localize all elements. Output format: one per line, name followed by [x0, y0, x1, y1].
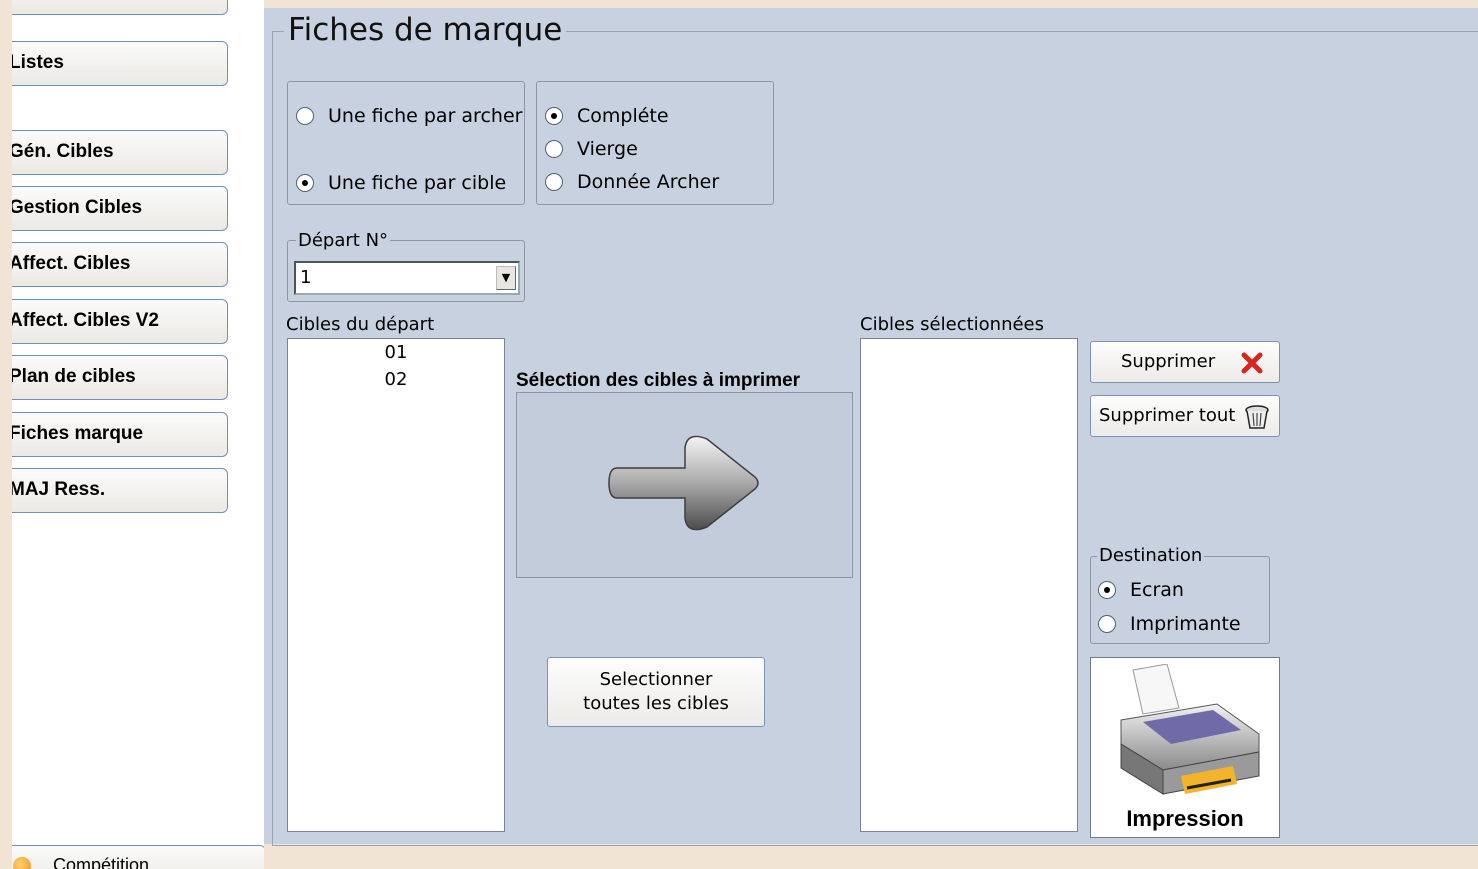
- radio-label: Donnée Archer: [577, 171, 720, 193]
- competition-icon: [13, 857, 31, 869]
- list-item[interactable]: 01: [288, 339, 504, 366]
- radio-label: Une fiche par archer: [328, 105, 523, 127]
- sidebar: Listes Gén. Cibles Gestion Cibles Affect…: [12, 0, 264, 869]
- target-list-label: Cibles sélectionnées: [860, 314, 1045, 335]
- radio-label: Vierge: [577, 138, 638, 160]
- source-list[interactable]: 01 02: [287, 338, 505, 832]
- radio-button[interactable]: [545, 140, 563, 158]
- mode-group: Une fiche par archer Une fiche par cible: [287, 81, 525, 205]
- radio-ecran[interactable]: Ecran: [1098, 579, 1184, 601]
- depart-select[interactable]: 1 ▼: [294, 261, 520, 295]
- competition-label: Compétition: [53, 855, 150, 869]
- sidebar-item-listes[interactable]: Listes: [12, 41, 228, 86]
- main-panel: Fiches de marque Une fiche par archer Un…: [264, 8, 1478, 846]
- radio-imprimante[interactable]: Imprimante: [1098, 613, 1241, 635]
- sidebar-item-gen-cibles[interactable]: Gén. Cibles: [12, 130, 228, 175]
- content-group: Compléte Vierge Donnée Archer: [536, 81, 774, 205]
- remove-all-button[interactable]: Supprimer tout: [1090, 395, 1280, 437]
- radio-per-target[interactable]: Une fiche par cible: [296, 172, 506, 194]
- source-list-label: Cibles du départ: [286, 314, 435, 335]
- radio-button[interactable]: [545, 173, 563, 191]
- print-label: Impression: [1126, 806, 1244, 831]
- sidebar-item-plan-de-cibles[interactable]: Plan de cibles: [12, 355, 228, 400]
- radio-button[interactable]: [1098, 581, 1116, 599]
- sidebar-item-label: Fiches marque: [12, 423, 144, 444]
- sidebar-item-label: Plan de cibles: [12, 366, 136, 387]
- radio-complete[interactable]: Compléte: [545, 105, 669, 127]
- radio-vierge[interactable]: Vierge: [545, 138, 638, 160]
- list-item[interactable]: 02: [288, 366, 504, 393]
- sidebar-item-label: MAJ Ress.: [12, 479, 106, 500]
- competition-tab[interactable]: Compétition: [12, 845, 264, 869]
- sidebar-item-label: Gestion Cibles: [12, 197, 143, 218]
- sidebar-item-affect-cibles-v2[interactable]: Affect. Cibles V2: [12, 299, 228, 344]
- radio-label: Imprimante: [1130, 613, 1241, 635]
- radio-button[interactable]: [545, 107, 563, 125]
- button-label-line1: Selectionner: [599, 669, 713, 690]
- select-all-button[interactable]: Selectionner toutes les cibles: [547, 657, 765, 727]
- button-label-line2: toutes les cibles: [583, 693, 729, 714]
- page-title: Fiches de marque: [284, 12, 567, 48]
- destination-legend: Destination: [1097, 545, 1205, 566]
- selection-label: Sélection des cibles à imprimer: [516, 370, 801, 391]
- transfer-button[interactable]: [516, 392, 853, 578]
- printer-icon: [1120, 664, 1260, 795]
- sidebar-item-hidden[interactable]: [12, 0, 228, 15]
- radio-label: Compléte: [577, 105, 669, 127]
- remove-button[interactable]: Supprimer: [1090, 341, 1280, 383]
- remove-all-label: Supprimer tout: [1099, 405, 1236, 426]
- target-list[interactable]: [860, 338, 1078, 832]
- chevron-down-icon[interactable]: ▼: [496, 266, 516, 290]
- sidebar-item-fiches-marque[interactable]: Fiches marque: [12, 412, 228, 457]
- radio-button[interactable]: [1098, 615, 1116, 633]
- radio-donnee-archer[interactable]: Donnée Archer: [545, 171, 719, 193]
- sidebar-item-gestion-cibles[interactable]: Gestion Cibles: [12, 186, 228, 231]
- sidebar-item-label: Affect. Cibles V2: [12, 310, 159, 331]
- depart-value: 1: [300, 267, 312, 288]
- right-arrow-icon: [608, 435, 759, 531]
- radio-button[interactable]: [296, 107, 314, 125]
- radio-label: Ecran: [1130, 579, 1184, 601]
- sidebar-item-label: Listes: [12, 52, 64, 73]
- destination-group: Ecran Imprimante: [1090, 556, 1270, 644]
- trash-icon: [1245, 405, 1269, 429]
- sidebar-item-affect-cibles[interactable]: Affect. Cibles: [12, 242, 228, 287]
- radio-button[interactable]: [296, 174, 314, 192]
- print-button[interactable]: Impression: [1090, 657, 1280, 838]
- sidebar-item-maj-ress[interactable]: MAJ Ress.: [12, 468, 228, 513]
- red-x-icon: [1241, 352, 1263, 374]
- sidebar-item-label: Affect. Cibles: [12, 253, 131, 274]
- remove-label: Supprimer: [1121, 351, 1216, 372]
- radio-per-archer[interactable]: Une fiche par archer: [296, 105, 522, 127]
- radio-label: Une fiche par cible: [328, 172, 507, 194]
- depart-legend: Départ N°: [296, 230, 391, 251]
- sidebar-item-label: Gén. Cibles: [12, 141, 114, 162]
